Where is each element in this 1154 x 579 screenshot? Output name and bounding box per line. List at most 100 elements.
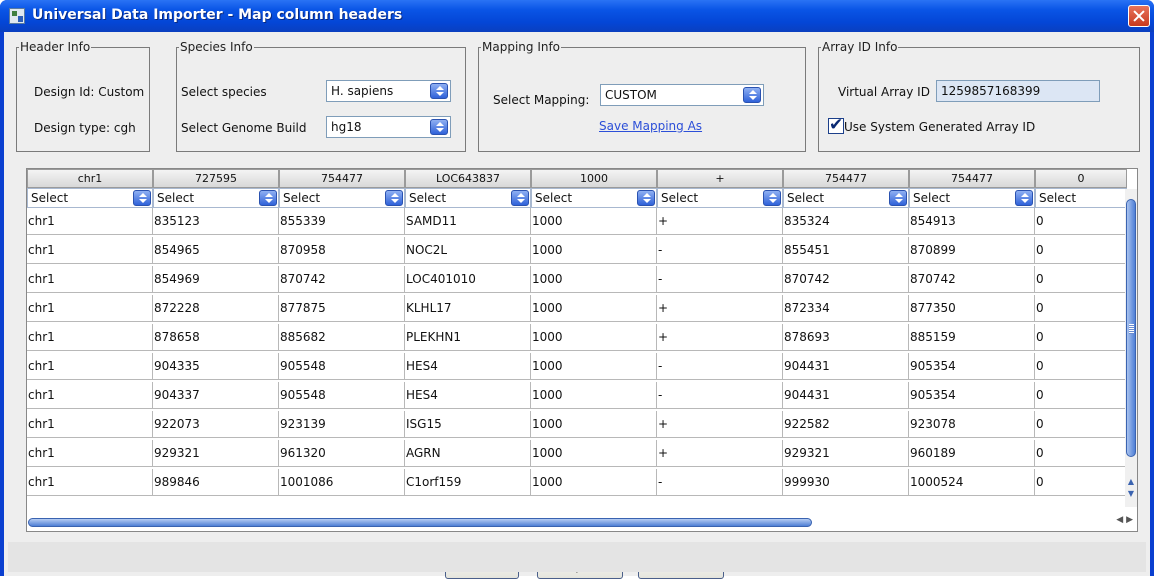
table-cell: 878693 [783,324,909,351]
column-mapping-select[interactable]: Select [1035,188,1127,208]
mapping-value: CUSTOM [605,88,657,102]
table-cell: 0 [1035,411,1127,438]
virtual-array-id-input[interactable]: 1259857168399 [936,80,1100,102]
mapping-select[interactable]: CUSTOM [600,84,764,106]
table-cell: + [657,440,783,467]
scroll-down-arrow-icon[interactable]: ▼ [1125,487,1137,501]
app-window: Universal Data Importer - Map column hea… [0,0,1154,579]
table-cell: 870899 [909,237,1035,264]
table-row[interactable]: chr1 989846 1001086 C1orf159 1000-999930 1000… [27,469,1127,496]
column-header[interactable]: 1000 [531,169,657,188]
table-cell: KLHL17 [405,295,531,322]
table-cell: AGRN [405,440,531,467]
column-header[interactable]: + [657,169,783,188]
table-cell: 929321 [153,440,279,467]
species-combo-arrow-icon[interactable] [430,83,448,99]
table-cell: chr1 [27,382,153,409]
table-cell: 0 [1035,469,1127,496]
table-cell: - [657,353,783,380]
table-cell: 878658 [153,324,279,351]
column-mapping-select[interactable]: Select [153,188,279,208]
genome-build-combo-arrow-icon[interactable] [430,119,448,135]
combo-arrow-icon[interactable] [763,190,781,206]
table-row[interactable]: chr1 854969 870742 LOC401010 1000-870742 8707… [27,266,1127,293]
table-row[interactable]: chr1 872228 877875 KLHL17 1000 +872334 877350 0 [27,295,1127,322]
table-cell: 854965 [153,237,279,264]
table-cell: + [657,208,783,235]
genome-build-select[interactable]: hg18 [326,116,451,138]
scroll-left-right-arrow-icon[interactable]: ◀ ▶ [1116,515,1133,525]
table-cell: chr1 [27,266,153,293]
column-header[interactable]: 754477 [783,169,909,188]
column-mapping-select[interactable]: Select [909,188,1035,208]
combo-arrow-icon[interactable] [511,190,529,206]
mapping-combo-arrow-icon[interactable] [743,87,761,103]
table-row[interactable]: chr1 929321 961320 AGRN 1000 +929321 960189 0 [27,440,1127,467]
table-cell: 999930 [783,469,909,496]
genome-build-label: Select Genome Build [181,121,307,135]
table-row[interactable]: chr1 904337 905548 HES4 1000-904431 905354 0 [27,382,1127,409]
column-header[interactable]: 0 [1035,169,1127,188]
table-row[interactable]: chr1 878658 885682 PLEKHN1 1000 +878693 885159… [27,324,1127,351]
column-mapping-select[interactable]: Select [657,188,783,208]
column-mapping-table: chr1 727595 754477 LOC643837 1000 +754477 7544… [26,168,1138,532]
column-header[interactable]: chr1 [27,169,153,188]
table-row[interactable]: chr1 854965 870958 NOC2L 1000-855451 870899 0 [27,237,1127,264]
select-mapping-label: Select Mapping: [493,93,590,107]
vertical-scroll-thumb[interactable] [1126,199,1136,457]
table-cell: chr1 [27,324,153,351]
table-cell: chr1 [27,469,153,496]
table-cell: 835324 [783,208,909,235]
vertical-scrollbar[interactable]: ▲ ▼ [1125,189,1137,507]
column-mapping-select[interactable]: Select [783,188,909,208]
table-cell: 904337 [153,382,279,409]
table-cell: 870742 [279,266,405,293]
table-cell: ISG15 [405,411,531,438]
combo-arrow-icon[interactable] [637,190,655,206]
table-cell: 870958 [279,237,405,264]
combo-arrow-icon[interactable] [1015,190,1033,206]
import-button[interactable]: Import [537,553,623,579]
table-cell: 0 [1035,295,1127,322]
table-cell: 1000 [531,382,657,409]
column-mapping-select[interactable]: Select [405,188,531,208]
column-header[interactable]: 754477 [909,169,1035,188]
species-select[interactable]: H. sapiens [326,80,451,102]
table-row[interactable]: chr1 835123 855339 SAMD11 1000 +835324 854913 0 [27,208,1127,235]
table-cell: 1000 [531,295,657,322]
table-cell: 1000 [531,266,657,293]
column-header[interactable]: LOC643837 [405,169,531,188]
title-bar[interactable]: Universal Data Importer - Map column hea… [0,0,1154,32]
column-mapping-value: Select [157,191,195,205]
horizontal-scrollbar[interactable]: ◀ ▶ [27,515,1137,527]
table-cell: 885682 [279,324,405,351]
table-cell: 905548 [279,353,405,380]
table-cell: 0 [1035,382,1127,409]
close-icon[interactable] [1128,5,1150,27]
table-cell: 1000 [531,411,657,438]
reset-button[interactable]: Reset [445,553,519,579]
table-cell: chr1 [27,295,153,322]
column-mapping-select[interactable]: Select [27,188,153,208]
table-cell: 1000 [531,353,657,380]
combo-arrow-icon[interactable] [133,190,151,206]
combo-arrow-icon[interactable] [259,190,277,206]
cancel-button[interactable]: Cancel [638,553,724,579]
combo-arrow-icon[interactable] [889,190,907,206]
table-cell: 872334 [783,295,909,322]
table-cell: HES4 [405,382,531,409]
table-cell: 989846 [153,469,279,496]
column-header[interactable]: 754477 [279,169,405,188]
table-cell: NOC2L [405,237,531,264]
table-row[interactable]: chr1 904335 905548 HES4 1000-904431 905354 0 [27,353,1127,380]
horizontal-scroll-thumb[interactable] [28,518,812,527]
column-mapping-value: Select [787,191,825,205]
column-mapping-select[interactable]: Select [279,188,405,208]
table-row[interactable]: chr1 922073 923139 ISG15 1000 +922582 923078 0 [27,411,1127,438]
column-header[interactable]: 727595 [153,169,279,188]
use-system-array-id-checkbox[interactable] [828,115,844,135]
combo-arrow-icon[interactable] [385,190,403,206]
table-cell: - [657,237,783,264]
save-mapping-as-link[interactable]: Save Mapping As [599,119,702,133]
column-mapping-select[interactable]: Select [531,188,657,208]
